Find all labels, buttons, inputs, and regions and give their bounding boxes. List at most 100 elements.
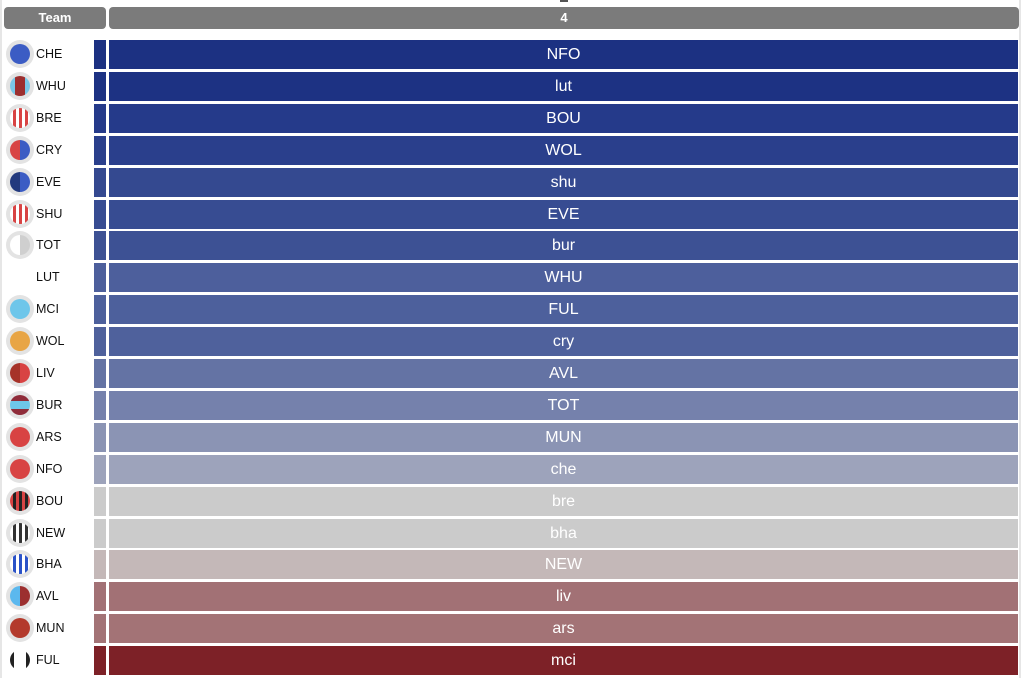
team-cell[interactable]: FUL <box>4 646 92 675</box>
fixture-cell[interactable]: che <box>109 454 1018 484</box>
team-column-header[interactable]: Team <box>4 7 106 29</box>
table-row: WOL cry <box>0 327 1019 357</box>
team-code: ARS <box>36 429 62 444</box>
fixture-cell[interactable]: lut <box>109 71 1018 101</box>
fixture-cell[interactable]: EVE <box>109 199 1018 229</box>
difficulty-marker <box>94 550 106 580</box>
team-cell[interactable]: SHU <box>4 199 92 229</box>
crest-shape <box>10 171 30 192</box>
team-crest-icon <box>6 518 34 547</box>
team-crest-icon <box>6 614 34 643</box>
team-cell[interactable]: AVL <box>4 582 92 611</box>
fixture-cell[interactable]: WHU <box>109 263 1018 293</box>
difficulty-marker <box>94 231 106 261</box>
crest-shape <box>10 44 30 64</box>
fixture-cell[interactable]: FUL <box>109 295 1018 325</box>
fixture-cell[interactable]: shu <box>109 167 1018 197</box>
crest-shape <box>10 267 30 287</box>
team-crest-icon <box>6 295 34 324</box>
team-cell[interactable]: CHE <box>4 40 92 69</box>
team-cell[interactable]: BUR <box>4 390 92 420</box>
table-row: BUR TOT <box>0 390 1019 420</box>
difficulty-marker <box>94 71 106 101</box>
crest-shape <box>10 586 30 607</box>
team-crest-icon <box>6 422 34 451</box>
crest-shape <box>10 650 30 671</box>
team-crest-icon <box>6 71 34 100</box>
team-cell[interactable]: EVE <box>4 167 92 197</box>
table-row: NEW bha <box>0 518 1019 548</box>
team-cell[interactable]: TOT <box>4 231 92 260</box>
team-cell[interactable]: BRE <box>4 103 92 133</box>
scrollbar[interactable] <box>1019 0 1021 678</box>
table-row: FUL mci <box>0 646 1019 676</box>
team-code: BUR <box>36 397 63 412</box>
difficulty-marker <box>94 390 106 420</box>
fixture-cell[interactable]: bur <box>109 231 1018 261</box>
team-code: MCI <box>36 302 59 317</box>
fixture-cell[interactable]: WOL <box>109 135 1018 165</box>
team-cell[interactable]: MCI <box>4 295 92 324</box>
table-row: BHA NEW <box>0 550 1019 580</box>
fixture-cell[interactable]: mci <box>109 646 1018 676</box>
team-cell[interactable]: LUT <box>4 263 92 292</box>
fixture-cell[interactable]: ars <box>109 614 1018 644</box>
fixture-cell[interactable]: BOU <box>109 103 1018 133</box>
fixture-cell[interactable]: liv <box>109 582 1018 612</box>
team-code: NEW <box>36 525 66 540</box>
team-crest-icon <box>6 454 34 483</box>
column-marker <box>560 0 568 2</box>
team-code: CRY <box>36 142 63 157</box>
difficulty-marker <box>94 518 106 548</box>
fixture-cell[interactable]: TOT <box>109 390 1018 420</box>
table-row: MUN ars <box>0 614 1019 644</box>
team-code: TOT <box>36 238 61 253</box>
team-crest-icon <box>6 550 34 579</box>
table-row: SHU EVE <box>0 199 1019 229</box>
crest-shape <box>10 299 30 320</box>
team-code: EVE <box>36 174 62 189</box>
team-cell[interactable]: NFO <box>4 454 92 484</box>
team-cell[interactable]: NEW <box>4 518 92 548</box>
gameweek-column-header[interactable]: 4 <box>109 7 1019 29</box>
team-cell[interactable]: WHU <box>4 71 92 101</box>
team-crest-icon <box>6 327 34 356</box>
difficulty-marker <box>94 582 106 612</box>
team-cell[interactable]: ARS <box>4 422 92 452</box>
difficulty-marker <box>94 646 106 676</box>
team-cell[interactable]: BOU <box>4 486 92 516</box>
crest-shape <box>10 394 30 415</box>
table-row: CRY WOL <box>0 135 1019 165</box>
crest-shape <box>10 458 30 479</box>
fixture-cell[interactable]: cry <box>109 327 1018 357</box>
fixture-cell[interactable]: NEW <box>109 550 1018 580</box>
crest-shape <box>10 554 30 575</box>
team-cell[interactable]: CRY <box>4 135 92 165</box>
table-row: BRE BOU <box>0 103 1019 133</box>
team-code: NFO <box>36 461 63 476</box>
difficulty-marker <box>94 454 106 484</box>
difficulty-marker <box>94 295 106 325</box>
crest-shape <box>10 203 30 224</box>
team-cell[interactable]: WOL <box>4 327 92 356</box>
difficulty-marker <box>94 614 106 644</box>
fixture-cell[interactable]: MUN <box>109 422 1018 452</box>
fixture-cell[interactable]: bha <box>109 518 1018 548</box>
team-cell[interactable]: MUN <box>4 614 92 643</box>
crest-shape <box>10 107 30 128</box>
team-code: WHU <box>36 78 66 93</box>
fixture-cell[interactable]: bre <box>109 486 1018 516</box>
fixture-cell[interactable]: AVL <box>109 359 1018 388</box>
difficulty-marker <box>94 167 106 197</box>
table-row: EVE shu <box>0 167 1019 197</box>
team-crest-icon <box>6 40 34 68</box>
table-row: MCI FUL <box>0 295 1019 325</box>
crest-shape <box>10 618 30 639</box>
team-cell[interactable]: BHA <box>4 550 92 579</box>
team-cell[interactable]: LIV <box>4 359 92 388</box>
team-code: CHE <box>36 47 63 61</box>
team-code: AVL <box>36 589 59 604</box>
crest-shape <box>10 331 30 352</box>
table-row: CHE NFO <box>0 40 1019 69</box>
fixture-cell[interactable]: NFO <box>109 40 1018 69</box>
